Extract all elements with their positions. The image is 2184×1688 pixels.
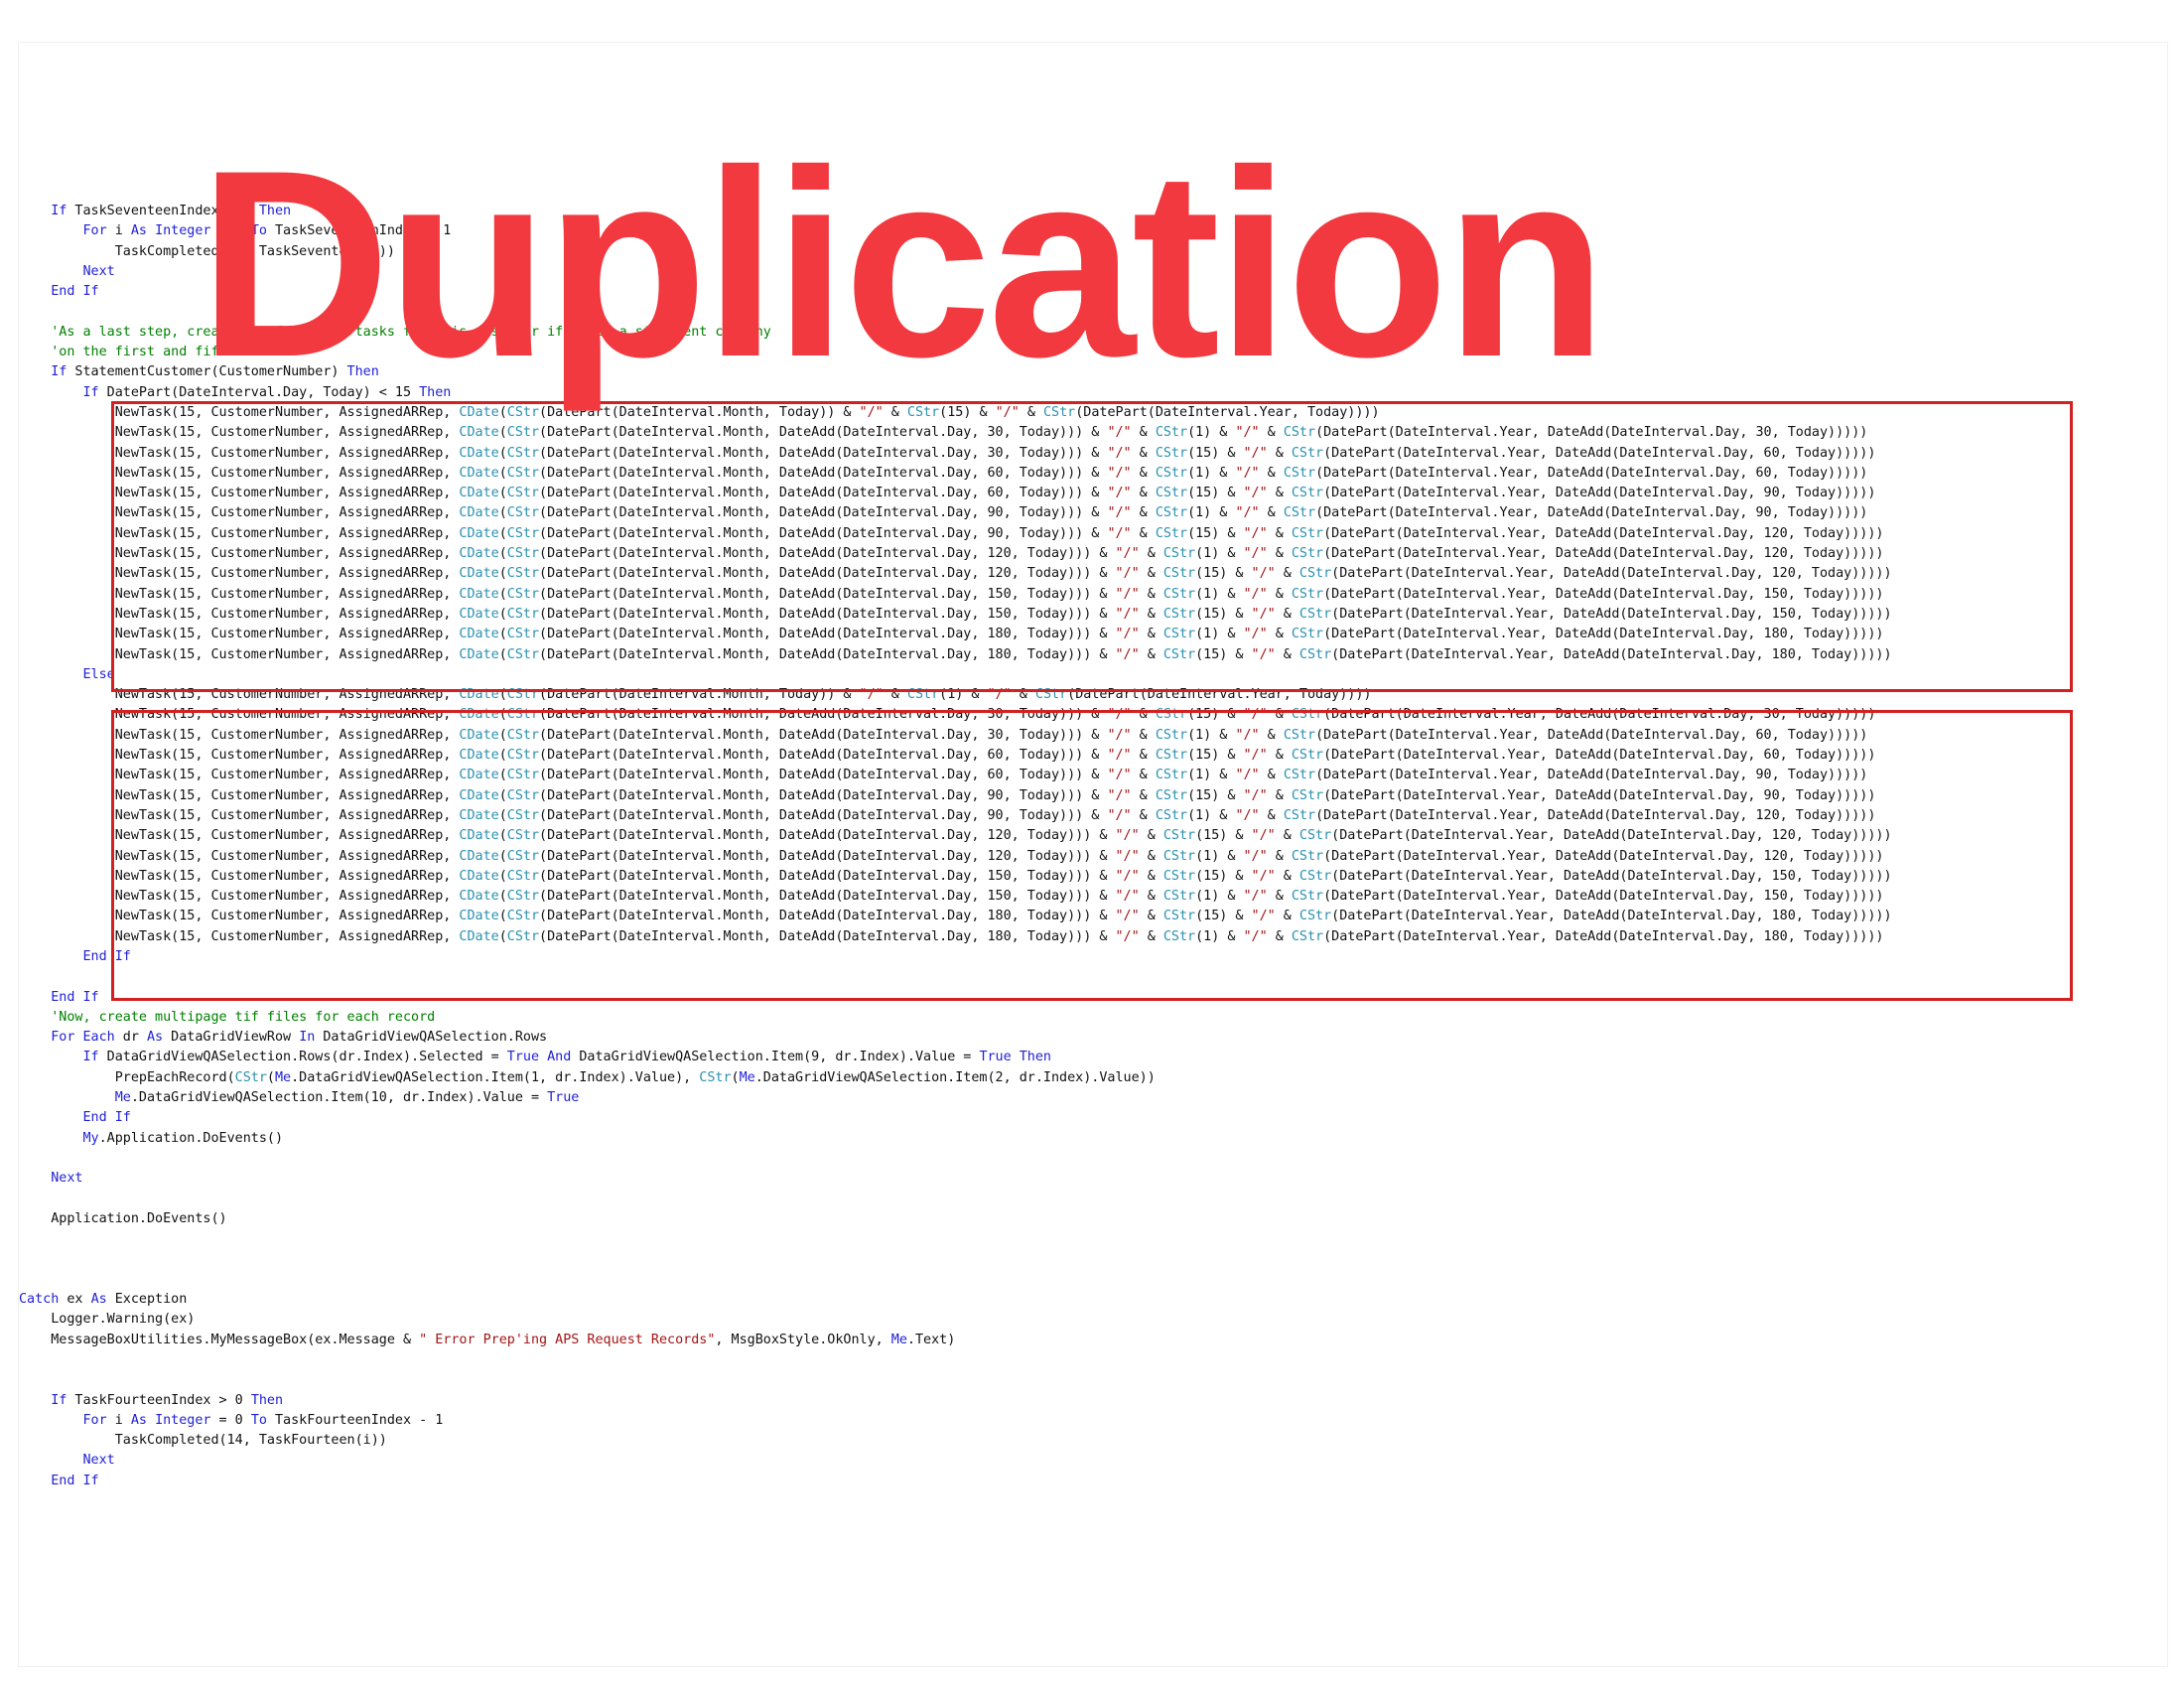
- duplicate-block-highlight-if: [111, 401, 2073, 692]
- code-line: Next: [51, 1171, 83, 1187]
- code-line: End If: [82, 1110, 131, 1126]
- code-line: End If: [51, 1473, 99, 1488]
- code-line: Application.DoEvents(): [19, 1210, 227, 1226]
- code-line: Me.DataGridViewQASelection.Item(10, dr.I…: [114, 1090, 580, 1106]
- code-line: Catch ex As Exception: [19, 1292, 188, 1308]
- code-line: If DataGridViewQASelection.Rows(dr.Index…: [82, 1050, 1052, 1065]
- code-line: Logger.Warning(ex): [19, 1312, 196, 1328]
- code-line: 'Now, create multipage tif files for eac…: [51, 1009, 436, 1025]
- code-line: For i As Integer = 0 To TaskFourteenInde…: [82, 1412, 444, 1428]
- code-line: PrepEachRecord(CStr(Me.DataGridViewQASel…: [19, 1069, 1156, 1085]
- duplication-overlay-title: Duplication: [199, 114, 1607, 412]
- code-line: My.Application.DoEvents(): [82, 1130, 284, 1146]
- code-line: For Each dr As DataGridViewRow In DataGr…: [51, 1030, 548, 1046]
- code-line: MessageBoxUtilities.MyMessageBox(ex.Mess…: [19, 1332, 956, 1347]
- duplicate-block-highlight-else: [111, 710, 2073, 1001]
- code-line: Next: [82, 1453, 115, 1469]
- code-line: TaskCompleted(14, TaskFourteen(i)): [19, 1433, 387, 1449]
- code-line: If TaskFourteenIndex > 0 Then: [51, 1392, 284, 1408]
